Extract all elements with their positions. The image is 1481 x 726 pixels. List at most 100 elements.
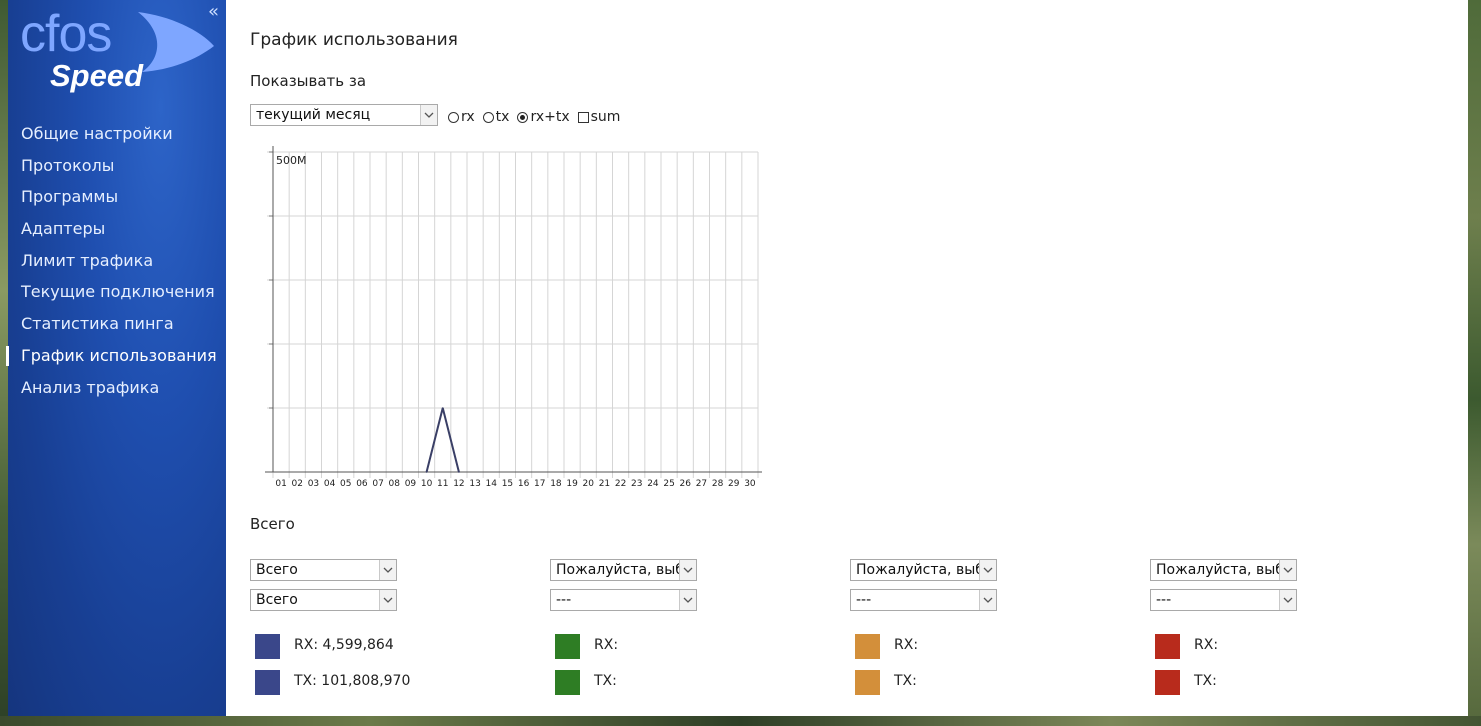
series-point — [425, 471, 428, 473]
color-swatch-rx — [555, 634, 580, 659]
filter-select-4-a[interactable]: Пожалуйста, выберите — [1150, 559, 1297, 581]
desktop-background-bottom — [0, 716, 1481, 726]
chevron-down-icon — [979, 560, 996, 580]
filter-select-1-b-value: Всего — [256, 592, 298, 608]
color-swatch-tx — [555, 670, 580, 695]
period-select[interactable]: текущий месяц — [250, 104, 438, 126]
radio-rx-tx[interactable]: rx+tx — [517, 109, 570, 125]
x-tick-label: 06 — [356, 479, 368, 489]
color-swatch-tx — [1155, 670, 1180, 695]
filter-select-3-b[interactable]: --- — [850, 589, 997, 611]
chevron-down-icon — [1279, 560, 1296, 580]
x-tick-label: 16 — [518, 479, 530, 489]
x-tick-label: 04 — [324, 479, 336, 489]
chevron-down-icon — [679, 560, 696, 580]
sidebar-nav: Общие настройки Протоколы Программы Адаптер… — [6, 122, 226, 408]
main-content: График использования Показывать за текущ… — [226, 0, 1468, 716]
chevron-down-icon — [1279, 590, 1296, 610]
series-point — [441, 407, 444, 409]
filter-select-2-b-value: --- — [556, 592, 572, 608]
sidebar-item-current-connections[interactable]: Текущие подключения — [8, 280, 226, 312]
x-tick-label: 20 — [583, 479, 595, 489]
x-tick-label: 22 — [615, 479, 626, 489]
color-swatch-tx — [855, 670, 880, 695]
stat-tx-label: TX: — [1194, 673, 1217, 689]
stat-tx-label: TX: — [894, 673, 917, 689]
sum-checkbox[interactable]: sum — [577, 109, 621, 125]
color-swatch-tx — [255, 670, 280, 695]
x-tick-label: 15 — [502, 479, 513, 489]
x-tick-label: 17 — [534, 479, 545, 489]
series-point — [458, 471, 460, 473]
sidebar-item-traffic-limit[interactable]: Лимит трафика — [8, 249, 226, 281]
color-swatch-rx — [255, 634, 280, 659]
filter-select-1-b[interactable]: Всего — [250, 589, 397, 611]
filter-select-1-a-value: Всего — [256, 562, 298, 578]
x-tick-label: 24 — [647, 479, 659, 489]
total-title: Всего — [250, 515, 295, 533]
sidebar: « cfos Speed Общие настройки Протоколы Про… — [6, 0, 226, 716]
x-tick-label: 13 — [469, 479, 480, 489]
x-tick-label: 21 — [599, 479, 610, 489]
x-tick-label: 11 — [437, 479, 448, 489]
sum-checkbox-label: sum — [590, 109, 621, 125]
logo-text-speed: Speed — [50, 58, 144, 93]
radio-rx-label: rx — [461, 109, 475, 125]
x-tick-label: 01 — [275, 479, 286, 489]
x-tick-label: 27 — [696, 479, 707, 489]
stat-rx-label: RX: — [894, 637, 919, 653]
sidebar-item-usage-graph[interactable]: График использования — [6, 344, 226, 376]
sidebar-item-general-settings[interactable]: Общие настройки — [8, 122, 226, 154]
chevron-down-icon — [420, 105, 437, 125]
color-swatch-rx — [855, 634, 880, 659]
filter-select-2-a-value: Пожалуйста, выберите — [556, 562, 696, 578]
x-tick-label: 02 — [292, 479, 303, 489]
filter-select-3-a-value: Пожалуйста, выберите — [856, 562, 996, 578]
radio-tx[interactable]: tx — [482, 109, 510, 125]
radio-rx-tx-circle — [517, 111, 529, 123]
x-tick-label: 07 — [372, 479, 383, 489]
stat-tx-label: TX: — [594, 673, 617, 689]
x-tick-label: 25 — [663, 479, 674, 489]
x-tick-label: 18 — [550, 479, 562, 489]
filter-select-3-b-value: --- — [856, 592, 872, 608]
page-title: График использования — [250, 30, 458, 50]
sidebar-item-protocols[interactable]: Протоколы — [8, 154, 226, 186]
filter-select-3-a[interactable]: Пожалуйста, выберите — [850, 559, 997, 581]
x-tick-label: 12 — [453, 479, 464, 489]
radio-tx-circle — [482, 111, 494, 123]
chevron-down-icon — [379, 560, 396, 580]
x-tick-label: 30 — [744, 479, 756, 489]
stat-tx-label: TX: 101,808,970 — [294, 673, 411, 689]
chevron-down-icon — [379, 590, 396, 610]
x-tick-label: 19 — [566, 479, 578, 489]
filter-select-1-a[interactable]: Всего — [250, 559, 397, 581]
color-swatch-rx — [1155, 634, 1180, 659]
chevron-down-icon — [679, 590, 696, 610]
usage-chart: 500M 01 02 03 04 05 06 07 08 09 10 11 12 13 14 15 16 17 18… — [265, 146, 762, 489]
desktop-background-right — [1468, 0, 1481, 726]
radio-rx[interactable]: rx — [448, 109, 475, 125]
filter-select-2-b[interactable]: --- — [550, 589, 697, 611]
x-tick-label: 28 — [712, 479, 724, 489]
y-tick-label: 500M — [276, 154, 307, 167]
radio-rx-circle — [448, 111, 459, 123]
x-tick-label: 10 — [421, 479, 433, 489]
cfos-speed-logo: cfos Speed — [20, 5, 220, 98]
x-tick-label: 05 — [340, 479, 351, 489]
filter-select-4-b-value: --- — [1156, 592, 1172, 608]
sidebar-item-ping-statistics[interactable]: Статистика пинга — [8, 312, 226, 344]
radio-rx-tx-label: rx+tx — [530, 109, 570, 125]
sidebar-item-adapters[interactable]: Адаптеры — [8, 217, 226, 249]
sidebar-item-traffic-analysis[interactable]: Анализ трафика — [8, 376, 226, 408]
filter-select-4-b[interactable]: --- — [1150, 589, 1297, 611]
sidebar-item-programs[interactable]: Программы — [8, 185, 226, 217]
stat-rx-label: RX: — [594, 637, 619, 653]
stat-rx-label: RX: — [1194, 637, 1219, 653]
x-tick-label: 23 — [631, 479, 642, 489]
radio-tx-label: tx — [495, 109, 510, 125]
sum-checkbox-box — [577, 111, 589, 123]
filter-select-2-a[interactable]: Пожалуйста, выберите — [550, 559, 697, 581]
x-tick-label: 08 — [389, 479, 401, 489]
period-select-value: текущий месяц — [256, 107, 371, 123]
